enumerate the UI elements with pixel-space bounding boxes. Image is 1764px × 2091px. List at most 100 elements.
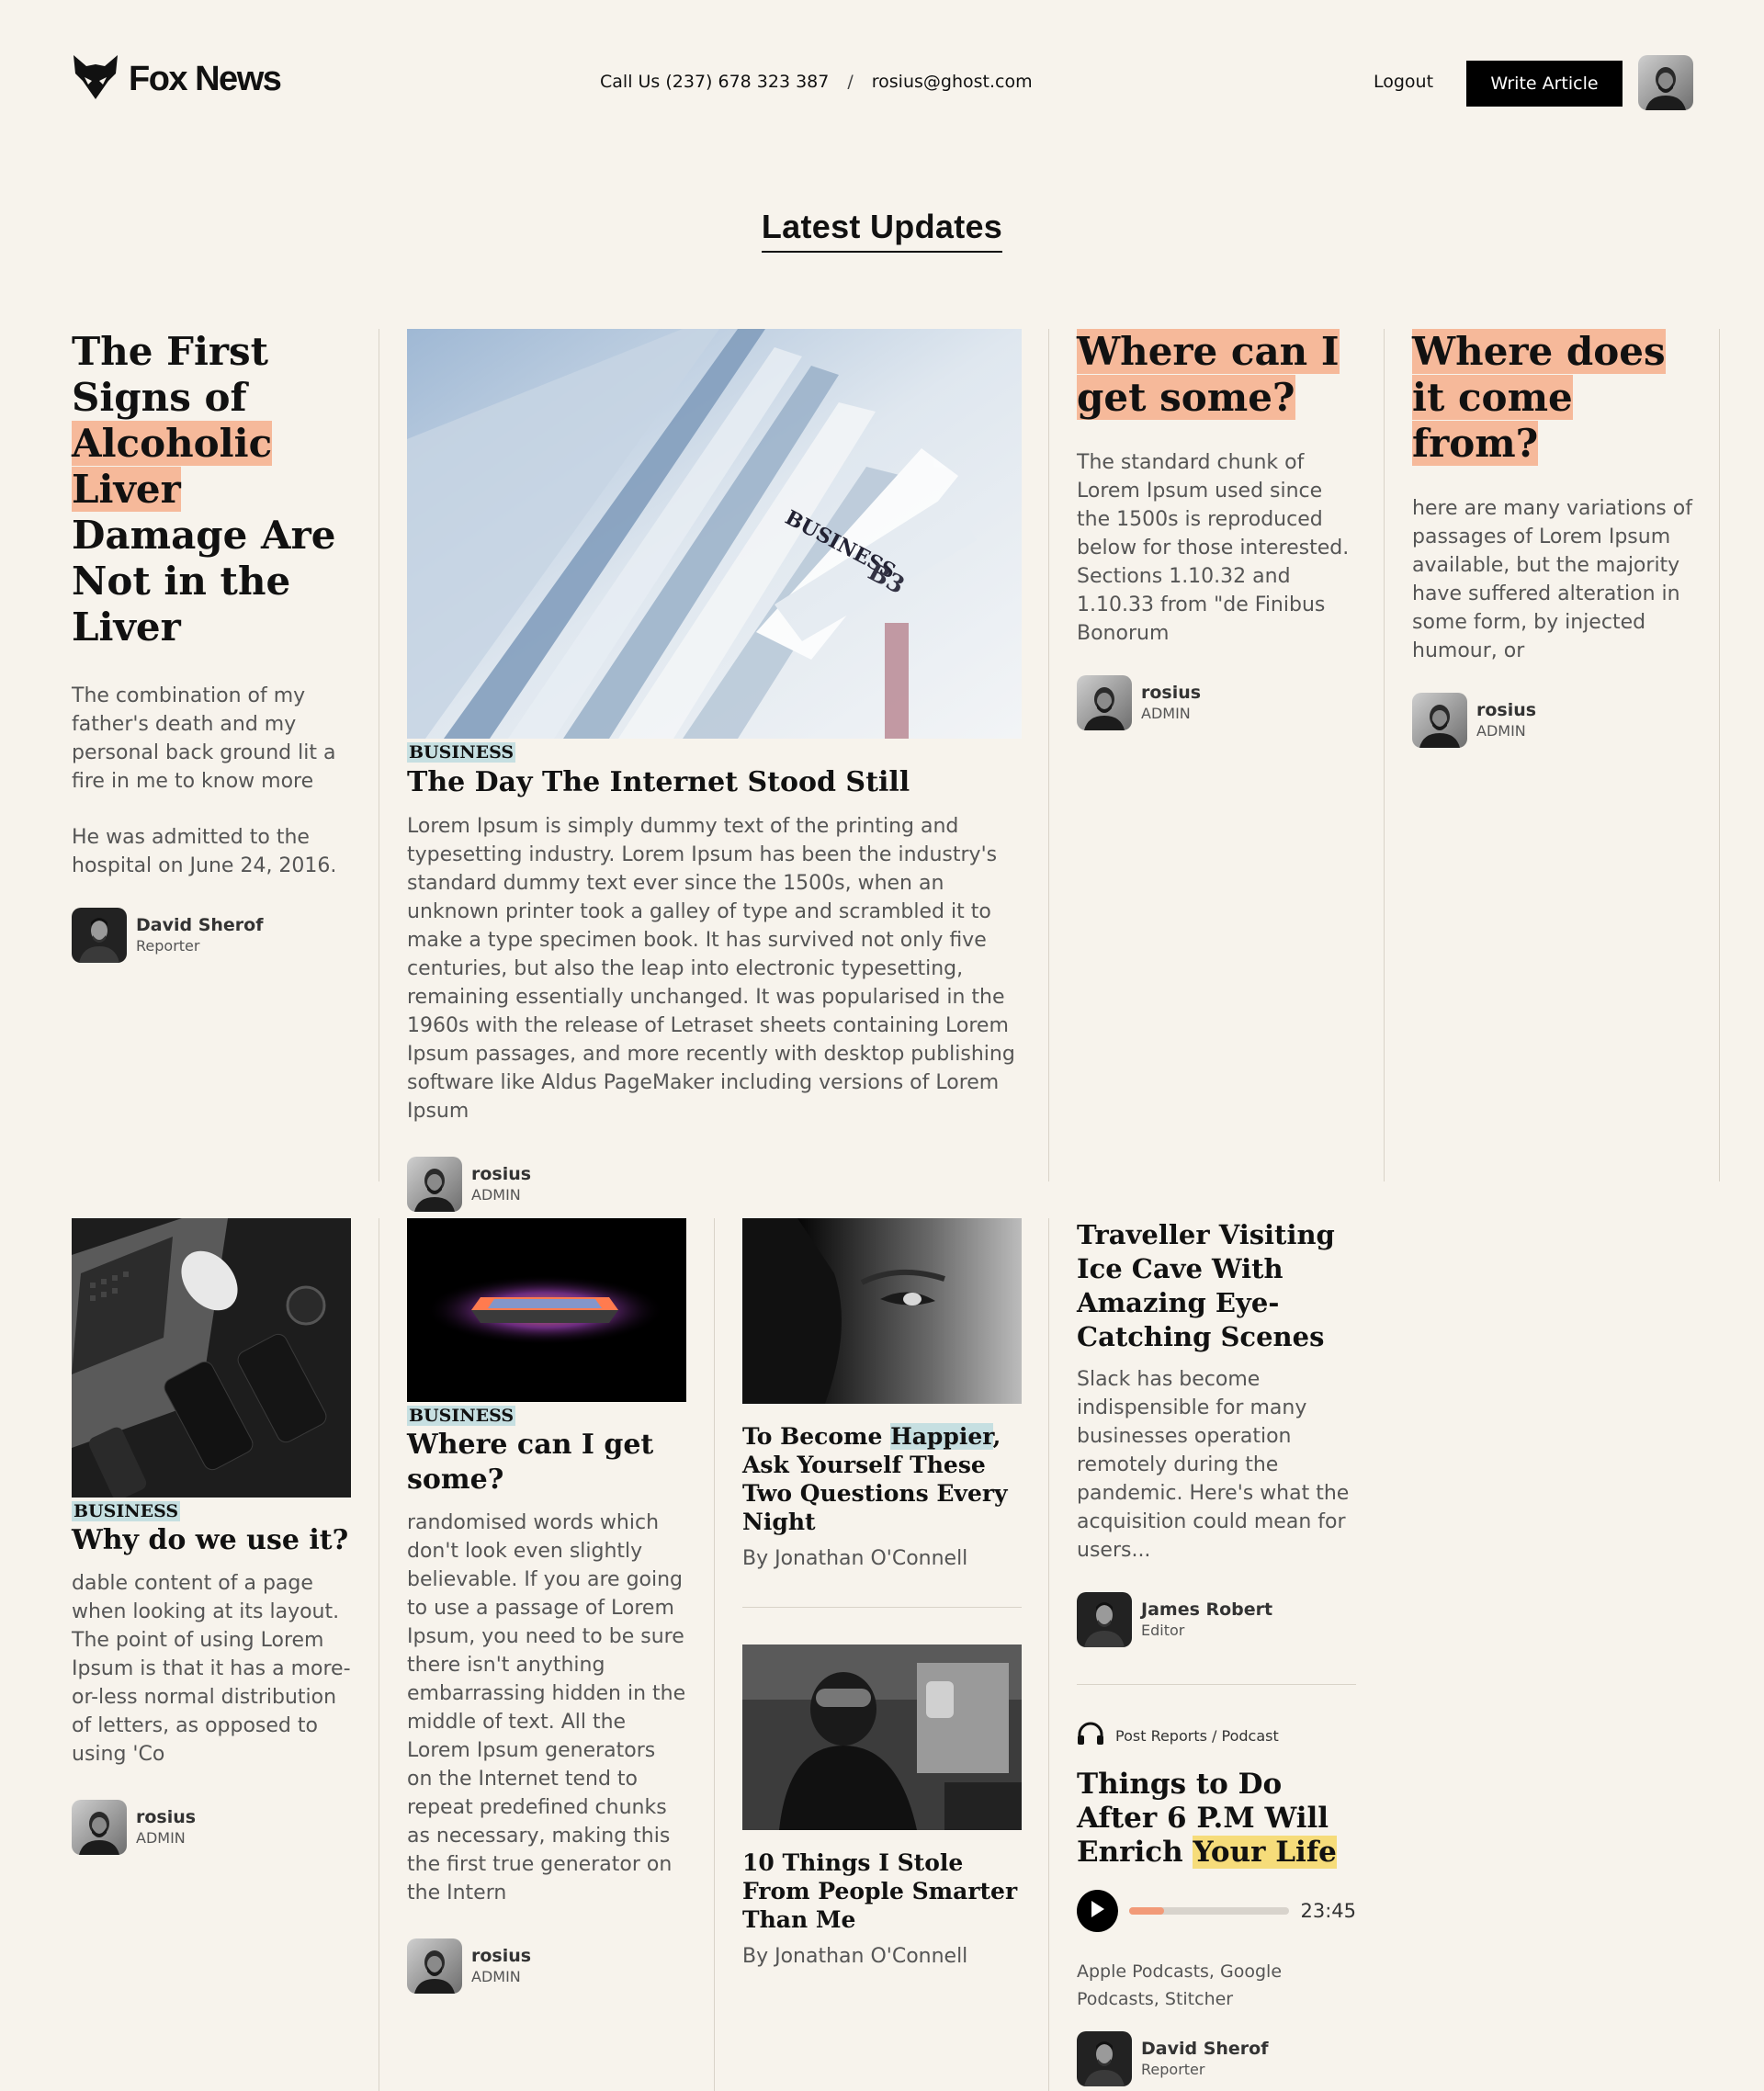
author[interactable]: David Sherof Reporter [1077,2031,1356,2086]
newspaper-stack-image[interactable]: BUSINESS B3 [407,329,1022,739]
avatar [407,1157,462,1212]
main-article[interactable]: BUSINESS B3 BUSINESS The Day The Interne… [407,329,1022,1212]
audio-player: 23:45 [1077,1890,1356,1932]
glowing-laptop-image[interactable] [407,1218,686,1402]
play-button[interactable] [1077,1890,1118,1932]
divider [1384,329,1385,1181]
avatar [1077,1592,1132,1647]
radio-host-image[interactable] [742,1645,1022,1830]
author[interactable]: David Sherof Reporter [72,908,356,963]
author[interactable]: James Robert Editor [1077,1592,1356,1647]
avatar [1077,2031,1132,2086]
podcast-title[interactable]: Things to Do After 6 P.M Will Enrich You… [1077,1768,1356,1870]
avatar [407,1938,462,1994]
article-excerpt: Slack has become indispensible for many … [1077,1368,1350,1562]
author-role: ADMIN [136,1829,186,1847]
article-excerpt: The standard chunk of Lorem Ipsum used s… [1077,451,1350,645]
story-item[interactable]: To Become Happier, Ask Yourself These Tw… [742,1218,1022,1570]
article-excerpt: randomised words which don't look even s… [407,1511,686,1905]
podcast-tag[interactable]: Post Reports / Podcast [1077,1722,1356,1749]
author-role: ADMIN [471,1968,521,1985]
side-article[interactable]: Where can I get some? The standard chunk… [1077,329,1362,730]
article-title[interactable]: The Day The Internet Stood Still [407,764,1022,801]
side-article[interactable]: Where does it come from? here are many v… [1412,329,1697,748]
article-card[interactable]: Traveller Visiting Ice Cave With Amazing… [1077,1218,1356,1647]
phone-link[interactable]: Call Us (237) 678 323 387 [600,72,829,92]
brand-logo[interactable]: Fox News [72,53,282,105]
author-role: Editor [1141,1622,1185,1639]
author[interactable]: rosius ADMIN [407,1938,686,1994]
divider [714,1218,715,2091]
sidebar-column: Traveller Visiting Ice Cave With Amazing… [1077,1218,1356,2086]
avatar [72,1800,127,1855]
author-role: ADMIN [471,1186,521,1204]
story-item[interactable]: 10 Things I Stole From People Smarter Th… [742,1645,1022,1968]
article-title[interactable]: Where can I get some? [407,1428,686,1498]
article-excerpt: dable content of a page when looking at … [72,1572,351,1766]
contact-info: Call Us (237) 678 323 387 / rosius@ghost… [600,72,1033,92]
author-name: James Robert [1141,1599,1273,1620]
author-name: rosius [1476,700,1537,720]
play-icon [1089,1900,1105,1922]
article-excerpt: Lorem Ipsum is simply dummy text of the … [407,815,1015,1123]
headphones-icon [1077,1722,1104,1749]
byline: By Jonathan O'Connell [742,1547,968,1570]
author[interactable]: rosius ADMIN [1412,693,1697,748]
podcast-card[interactable]: Post Reports / Podcast Things to Do Afte… [1077,1722,1356,2086]
author-role: ADMIN [1141,705,1191,722]
author-name: rosius [136,1807,197,1827]
divider [1048,1218,1049,2091]
author-role: ADMIN [1476,722,1526,740]
article-title[interactable]: Where can I get some? [1077,329,1362,421]
author-name: David Sherof [1141,2039,1269,2059]
stacked-stories: To Become Happier, Ask Yourself These Tw… [742,1218,1022,1968]
article-title[interactable]: The First Signs of Alcoholic Liver Damag… [72,329,356,650]
divider [1077,1684,1356,1685]
laptop-phones-image[interactable] [72,1218,351,1498]
divider [1048,329,1049,1181]
section-title: Latest Updates [0,208,1764,253]
author-name: rosius [471,1946,532,1966]
avatar [1412,693,1467,748]
podcast-platforms: Apple Podcasts, Google Podcasts, Stitche… [1077,1961,1283,2009]
category-badge[interactable]: BUSINESS [72,1501,181,1521]
category-badge[interactable]: BUSINESS [407,742,516,763]
divider [742,1607,1022,1608]
progress-track[interactable] [1128,1907,1290,1915]
author[interactable]: rosius ADMIN [1077,675,1362,730]
article-excerpt: The combination of my father's death and… [72,684,336,793]
author[interactable]: rosius ADMIN [72,1800,351,1855]
duration: 23:45 [1300,1900,1356,1922]
article-excerpt: here are many variations of passages of … [1412,497,1692,662]
divider [1719,329,1720,1181]
author-role: Reporter [136,937,200,955]
site-header: Fox News Call Us (237) 678 323 387 / ros… [72,53,1692,112]
article-card[interactable]: BUSINESS Where can I get some? randomise… [407,1218,686,1994]
email-link[interactable]: rosius@ghost.com [872,72,1033,92]
author-name: David Sherof [136,915,264,935]
author[interactable]: rosius ADMIN [407,1157,1022,1212]
avatar [72,908,127,963]
progress-fill [1128,1907,1165,1915]
write-article-button[interactable]: Write Article [1466,61,1623,107]
author-role: Reporter [1141,2061,1205,2078]
story-title[interactable]: 10 Things I Stole From People Smarter Th… [742,1848,1022,1934]
author-name: rosius [1141,683,1202,703]
feature-article[interactable]: The First Signs of Alcoholic Liver Damag… [72,329,356,963]
byline: By Jonathan O'Connell [742,1945,968,1968]
user-avatar[interactable] [1638,55,1693,110]
article-title[interactable]: Why do we use it? [72,1523,351,1558]
article-excerpt: He was admitted to the hospital on June … [72,826,337,877]
avatar [1077,675,1132,730]
category-badge[interactable]: BUSINESS [407,1406,516,1426]
logout-link[interactable]: Logout [1374,72,1433,92]
story-title[interactable]: To Become Happier, Ask Yourself These Tw… [742,1422,1022,1536]
article-title[interactable]: Traveller Visiting Ice Cave With Amazing… [1077,1218,1356,1354]
fox-icon [72,53,119,105]
author-name: rosius [471,1164,532,1184]
brand-name: Fox News [129,59,282,98]
article-card[interactable]: BUSINESS Why do we use it? dable content… [72,1218,351,1855]
contact-separator: / [847,72,854,92]
face-closeup-image[interactable] [742,1218,1022,1404]
article-title[interactable]: Where does it come from? [1412,329,1697,467]
